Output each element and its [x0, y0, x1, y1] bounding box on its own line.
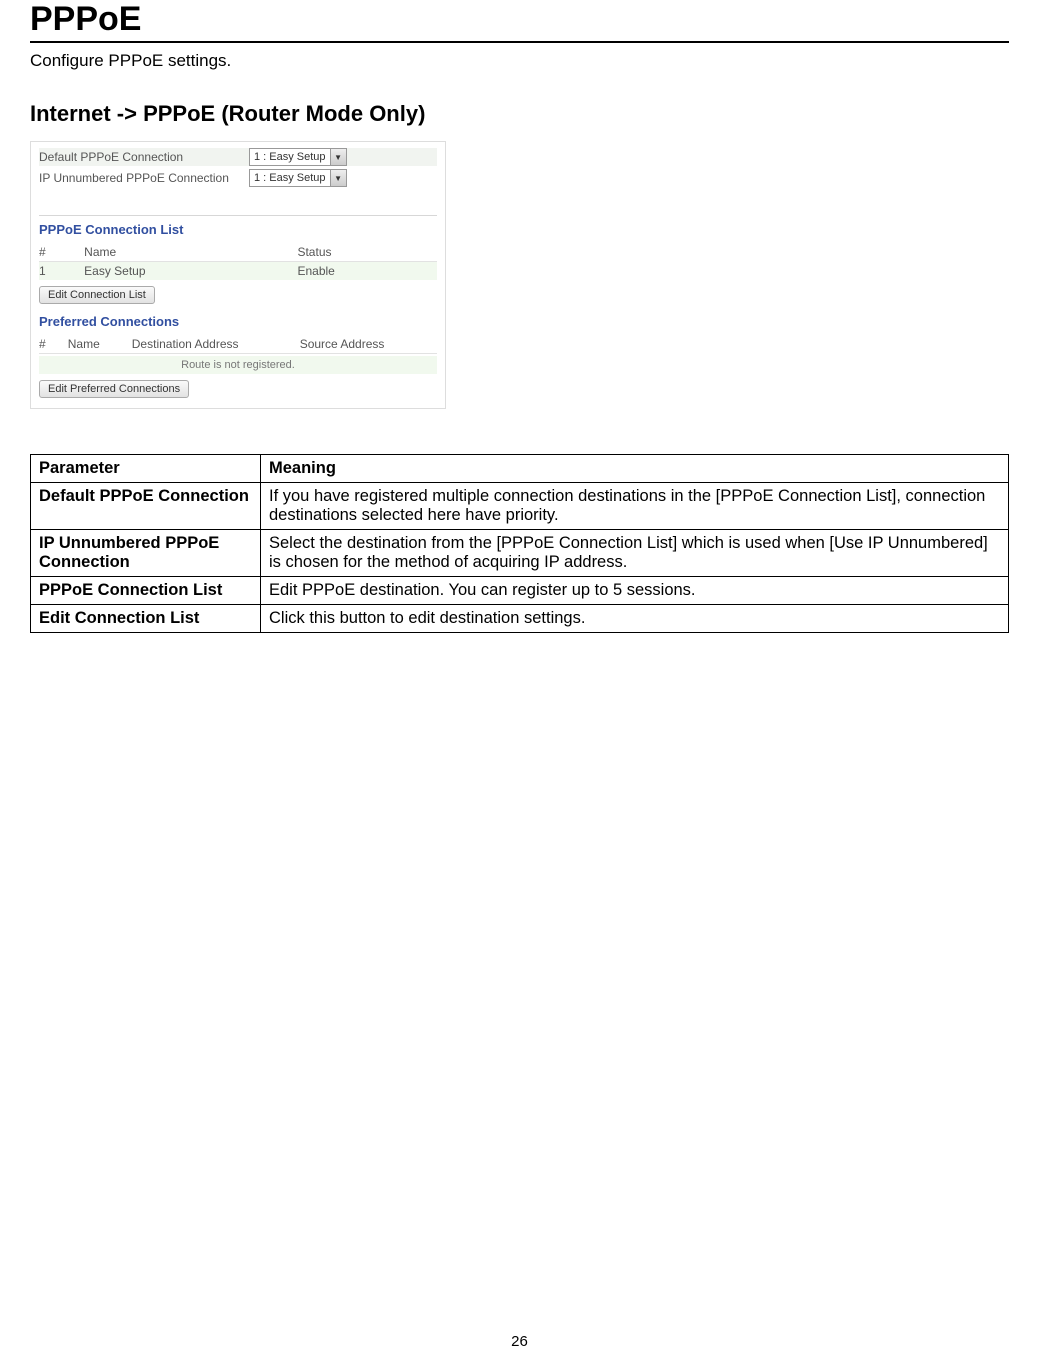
table-row: 1 Easy Setup Enable [39, 262, 437, 281]
chevron-down-icon: ▼ [330, 170, 346, 186]
dropdown-value: 1 : Easy Setup [250, 172, 330, 184]
header-meaning: Meaning [261, 455, 1009, 483]
edit-connection-list-button[interactable]: Edit Connection List [39, 286, 155, 304]
param-name: Default PPPoE Connection [31, 483, 261, 530]
edit-preferred-connections-button[interactable]: Edit Preferred Connections [39, 380, 189, 398]
table-row: Edit Connection List Click this button t… [31, 605, 1009, 633]
page-title: PPPoE [30, 0, 1009, 43]
col-num: # [39, 243, 84, 262]
col-name: Name [68, 335, 132, 354]
divider [39, 215, 437, 216]
parameter-table: Parameter Meaning Default PPPoE Connecti… [30, 454, 1009, 633]
chevron-down-icon: ▼ [330, 149, 346, 165]
table-row: PPPoE Connection List Edit PPPoE destina… [31, 577, 1009, 605]
connection-list-table: # Name Status 1 Easy Setup Enable [39, 243, 437, 280]
param-meaning: Edit PPPoE destination. You can register… [261, 577, 1009, 605]
section-heading: Internet -> PPPoE (Router Mode Only) [30, 101, 1009, 127]
ip-unnumbered-label: IP Unnumbered PPPoE Connection [39, 171, 249, 185]
table-row: IP Unnumbered PPPoE Connection Select th… [31, 530, 1009, 577]
col-dest: Destination Address [132, 335, 300, 354]
param-name: PPPoE Connection List [31, 577, 261, 605]
cell-num: 1 [39, 262, 84, 281]
col-src: Source Address [300, 335, 437, 354]
no-route-message: Route is not registered. [39, 356, 437, 374]
param-meaning: Click this button to edit destination se… [261, 605, 1009, 633]
settings-screenshot: Default PPPoE Connection 1 : Easy Setup … [30, 141, 446, 409]
table-row: Default PPPoE Connection If you have reg… [31, 483, 1009, 530]
default-pppoe-dropdown[interactable]: 1 : Easy Setup ▼ [249, 148, 347, 166]
col-status: Status [297, 243, 437, 262]
page-number: 26 [0, 1333, 1039, 1350]
page-subtitle: Configure PPPoE settings. [30, 51, 1009, 71]
preferred-connections-header: Preferred Connections [39, 314, 437, 329]
param-meaning: Select the destination from the [PPPoE C… [261, 530, 1009, 577]
header-parameter: Parameter [31, 455, 261, 483]
cell-status: Enable [297, 262, 437, 281]
dropdown-value: 1 : Easy Setup [250, 151, 330, 163]
ip-unnumbered-dropdown[interactable]: 1 : Easy Setup ▼ [249, 169, 347, 187]
preferred-connections-table: # Name Destination Address Source Addres… [39, 335, 437, 354]
col-name: Name [84, 243, 297, 262]
param-meaning: If you have registered multiple connecti… [261, 483, 1009, 530]
param-name: IP Unnumbered PPPoE Connection [31, 530, 261, 577]
col-num: # [39, 335, 68, 354]
param-name: Edit Connection List [31, 605, 261, 633]
connection-list-header: PPPoE Connection List [39, 222, 437, 237]
default-pppoe-label: Default PPPoE Connection [39, 150, 249, 164]
cell-name: Easy Setup [84, 262, 297, 281]
